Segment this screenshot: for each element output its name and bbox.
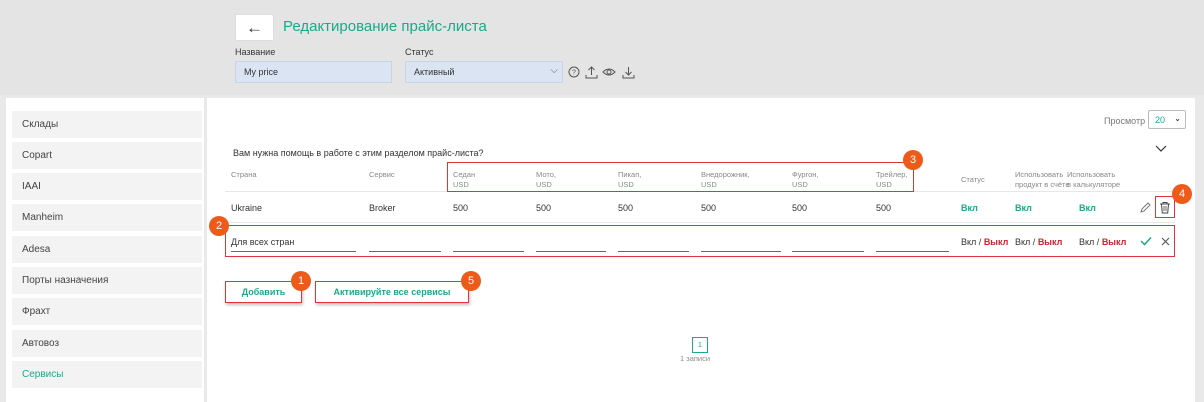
edit-pencil-icon[interactable] (1139, 201, 1152, 214)
sidebar-item-car-carrier[interactable]: Автовоз (12, 330, 202, 357)
col-header-use-invoice: Использовать продукт в счёте (1015, 170, 1070, 189)
eye-icon[interactable] (602, 64, 616, 80)
row-pickup: 500 (618, 203, 634, 213)
marker-5: 5 (461, 271, 481, 291)
col-header-service: Сервис (369, 170, 395, 179)
pagination-page[interactable]: 1 (692, 337, 708, 353)
page-header: ← Редактирование прайс-листа Название My… (0, 0, 1204, 95)
status-select-value: Активный (414, 67, 455, 77)
row-country: Ukraine (231, 203, 263, 213)
chevron-down-icon: ⌵ (550, 65, 558, 76)
status-label: Статус (405, 47, 434, 57)
name-label: Название (235, 47, 276, 57)
row-service: Broker (369, 203, 396, 213)
chevron-down-icon: ⌄ (1174, 114, 1181, 123)
row-divider (225, 222, 1175, 223)
annotation-box-vehicle-columns (447, 162, 914, 192)
page-size-select[interactable]: 20 ⌄ (1148, 110, 1186, 129)
sidebar-item-iaai[interactable]: IAAI (12, 173, 202, 200)
status-select[interactable]: Активный ⌵ (405, 61, 563, 83)
arrow-left-icon: ← (246, 17, 263, 37)
records-count: 1 записи (680, 354, 711, 363)
sidebar-item-manheim[interactable]: Manheim (12, 204, 202, 231)
col-header-status: Статус (961, 175, 985, 184)
back-button[interactable]: ← (235, 14, 274, 41)
add-button[interactable]: Добавить (225, 281, 302, 303)
sidebar-item-destination-ports[interactable]: Порты назначения (12, 267, 202, 294)
sidebar-item-freight[interactable]: Фрахт (12, 298, 202, 325)
marker-4: 4 (1172, 184, 1192, 204)
name-input[interactable]: My price (235, 61, 392, 83)
row-van: 500 (792, 203, 808, 213)
row-status[interactable]: Вкл (961, 203, 978, 213)
help-icon[interactable]: ? (567, 64, 581, 80)
col-header-use-calc: Использовать в калькуляторе (1067, 170, 1121, 189)
page-size-value: 20 (1155, 114, 1166, 125)
sidebar-item-adesa[interactable]: Adesa (12, 236, 202, 263)
marker-3: 3 (903, 150, 923, 170)
row-use-invoice[interactable]: Вкл (1015, 203, 1032, 213)
help-text[interactable]: Вам нужна помощь в работе с этим раздело… (233, 148, 484, 158)
sidebar-item-warehouses[interactable]: Склады (12, 111, 202, 138)
activate-all-services-button[interactable]: Активируйте все сервисы (315, 281, 469, 303)
row-sedan: 500 (453, 203, 469, 213)
annotation-box-new-row (225, 225, 1175, 257)
svg-text:?: ? (572, 70, 576, 77)
row-suv: 500 (701, 203, 717, 213)
download-icon[interactable] (621, 64, 635, 80)
row-trailer: 500 (876, 203, 892, 213)
sidebar-item-copart[interactable]: Copart (12, 142, 202, 169)
view-label: Просмотр (1104, 116, 1146, 126)
row-use-calc[interactable]: Вкл (1079, 203, 1096, 213)
marker-1: 1 (291, 271, 311, 291)
annotation-box-delete (1155, 196, 1175, 218)
sidebar-item-services[interactable]: Сервисы (12, 361, 202, 388)
expand-chevron-icon[interactable] (1155, 145, 1167, 153)
col-header-country: Страна (231, 170, 257, 179)
row-moto: 500 (536, 203, 552, 213)
page-title: Редактирование прайс-листа (283, 18, 487, 35)
upload-icon[interactable] (584, 64, 598, 80)
marker-2: 2 (209, 216, 229, 236)
